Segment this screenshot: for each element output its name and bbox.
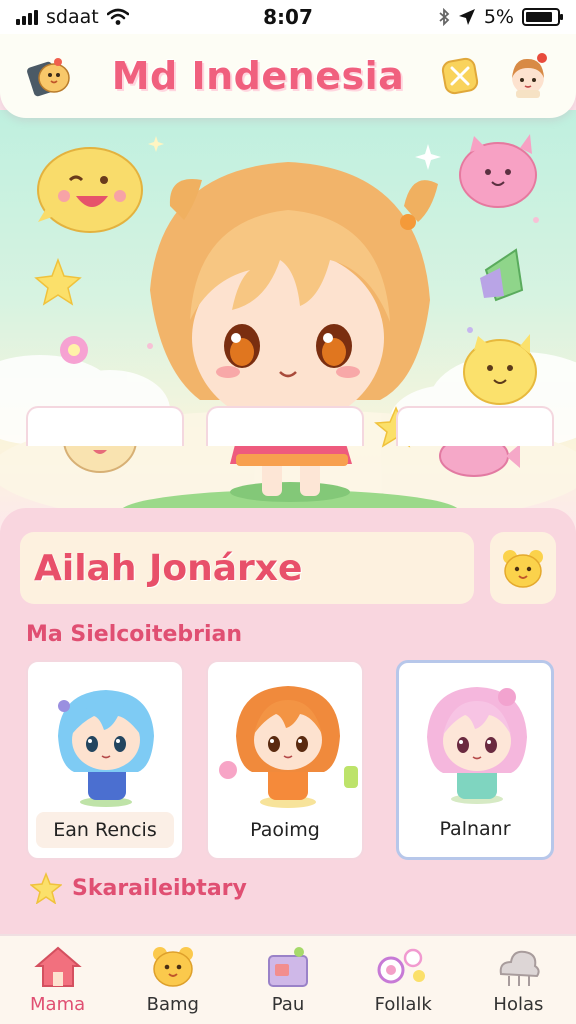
smile-bubble-sticker xyxy=(37,147,143,233)
character-name-field[interactable]: Ailah Jonárxe xyxy=(20,532,474,604)
character-cards: Ean Rencis Paoimg Palnanr xyxy=(26,660,554,860)
app-header: Md Indenesia xyxy=(0,34,576,118)
flower-sticker xyxy=(60,336,88,364)
pink-cat-sticker xyxy=(459,134,537,208)
featured-section-title: Skaraileibtary xyxy=(72,876,247,901)
featured-card-1[interactable] xyxy=(26,406,184,446)
nav-label-bamg: Bamg xyxy=(146,994,199,1015)
battery-percent: 5% xyxy=(483,6,514,28)
character-card-3[interactable]: Palnanr xyxy=(396,660,554,860)
bluetooth-icon xyxy=(439,8,450,26)
character-card-2[interactable]: Paoimg xyxy=(206,660,364,860)
mascot-button[interactable] xyxy=(490,532,556,604)
menu-chick-button[interactable] xyxy=(22,48,78,104)
hero-banner xyxy=(0,110,576,530)
cloud-icon xyxy=(500,950,540,986)
character-1-label: Ean Rencis xyxy=(36,812,174,848)
status-bar: sdaat 8:07 5% xyxy=(0,0,576,34)
bear-icon xyxy=(152,947,193,987)
main-panel: Ailah Jonárxe Ma Sielcoitebrian Ean Renc… xyxy=(0,508,576,948)
character-card-1[interactable]: Ean Rencis xyxy=(26,660,184,860)
star-sticker xyxy=(34,257,82,306)
chick-icon xyxy=(27,58,70,97)
star-icon xyxy=(30,872,62,904)
status-right: 5% xyxy=(438,6,563,28)
gem-sticker xyxy=(480,248,524,302)
bottom-nav: Mama Bamg Pau Follalk Holas xyxy=(0,934,576,1024)
wifi-icon xyxy=(106,8,129,25)
clock: 8:07 xyxy=(263,5,313,29)
nav-label-pau: Pau xyxy=(271,994,305,1015)
house-icon xyxy=(33,946,82,987)
character-name: Ailah Jonárxe xyxy=(34,547,303,589)
bear-mascot-icon xyxy=(503,550,543,588)
nav-label-follalk: Follalk xyxy=(374,994,432,1015)
nav-label-mama: Mama xyxy=(30,994,86,1015)
app-title: Md Indenesia xyxy=(111,54,405,98)
yellow-cat-sticker xyxy=(463,334,537,405)
gift-box-icon xyxy=(268,947,308,987)
avatar[interactable] xyxy=(502,50,554,102)
nav-item-mama[interactable]: Mama xyxy=(0,936,115,1024)
carrier-name: sdaat xyxy=(46,6,99,28)
shield-icon[interactable] xyxy=(438,54,482,98)
location-icon xyxy=(458,9,475,25)
nav-item-bamg[interactable]: Bamg xyxy=(115,936,230,1024)
signal-icon xyxy=(16,9,38,25)
nav-label-holas: Holas xyxy=(493,994,544,1015)
nav-item-holas[interactable]: Holas xyxy=(461,936,576,1024)
nav-item-follalk[interactable]: Follalk xyxy=(346,936,461,1024)
selection-section-title: Ma Sielcoitebrian xyxy=(26,622,243,647)
header-actions xyxy=(438,50,554,102)
nav-item-pau[interactable]: Pau xyxy=(230,936,345,1024)
battery-icon xyxy=(522,8,563,26)
character-3-label: Palnanr xyxy=(439,818,511,840)
candy-icon xyxy=(377,948,426,984)
featured-card-2[interactable] xyxy=(206,406,364,446)
featured-card-3[interactable] xyxy=(396,406,554,446)
character-2-label: Paoimg xyxy=(250,819,320,841)
status-left: sdaat xyxy=(16,6,129,28)
